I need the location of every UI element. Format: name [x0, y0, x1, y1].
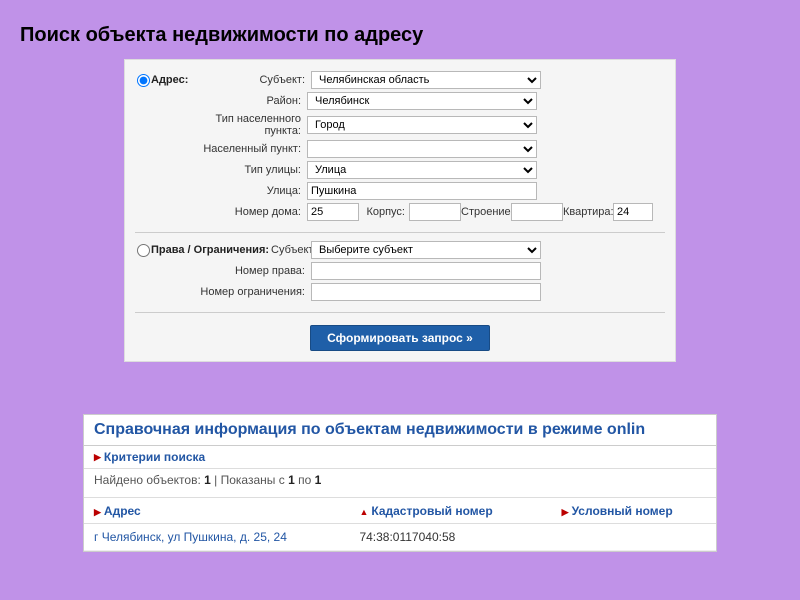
- label-stroenie: Строение:: [461, 206, 511, 218]
- triangle-right-icon: ▶: [94, 507, 101, 517]
- results-panel: Справочная информация по объектам недвиж…: [83, 414, 717, 552]
- triangle-right-icon: ▶: [94, 452, 101, 463]
- korpus-input[interactable]: [409, 203, 461, 221]
- address-section-label: Адрес:: [151, 74, 191, 86]
- found-summary: Найдено объектов: 1 | Показаны с 1 по 1: [84, 469, 716, 498]
- settlement-type-select[interactable]: Город: [307, 116, 537, 134]
- label-korpus: Корпус:: [359, 206, 409, 218]
- street-type-select[interactable]: Улица: [307, 161, 537, 179]
- label-rights-subject: Субъект:: [271, 244, 311, 256]
- mode-rights-radio[interactable]: [137, 244, 150, 257]
- settlement-select[interactable]: [307, 140, 537, 158]
- label-settlement: Населенный пункт:: [191, 143, 307, 155]
- result-conditional: [552, 524, 716, 551]
- mode-address-radio[interactable]: [137, 74, 150, 87]
- result-cadastre: 74:38:0117040:58: [349, 524, 551, 551]
- col-address[interactable]: ▶Адрес: [84, 499, 349, 524]
- table-header-row: ▶Адрес ▲Кадастровый номер ▶Условный номе…: [84, 499, 716, 524]
- label-house-no: Номер дома:: [191, 206, 307, 218]
- col-cadastre[interactable]: ▲Кадастровый номер: [349, 499, 551, 524]
- table-row: г Челябинск, ул Пушкина, д. 25, 24 74:38…: [84, 524, 716, 551]
- col-conditional[interactable]: ▶Условный номер: [552, 499, 716, 524]
- triangle-up-icon: ▲: [359, 507, 368, 517]
- label-street-type: Тип улицы:: [191, 164, 307, 176]
- submit-button[interactable]: Сформировать запрос »: [310, 325, 490, 351]
- street-input[interactable]: [307, 182, 537, 200]
- label-district: Район:: [191, 95, 307, 107]
- result-address-link[interactable]: г Челябинск, ул Пушкина, д. 25, 24: [94, 530, 287, 544]
- criteria-bar[interactable]: ▶ Критерии поиска: [84, 446, 716, 469]
- page-title: Поиск объекта недвижимости по адресу: [0, 0, 800, 59]
- rights-no-input[interactable]: [311, 262, 541, 280]
- triangle-right-icon: ▶: [562, 507, 569, 517]
- label-subject: Субъект:: [195, 74, 311, 86]
- label-apartment: Квартира:: [563, 206, 613, 218]
- subject-select[interactable]: Челябинская область: [311, 71, 541, 89]
- results-table: ▶Адрес ▲Кадастровый номер ▶Условный номе…: [84, 498, 716, 551]
- district-select[interactable]: Челябинск: [307, 92, 537, 110]
- rights-section-label: Права / Ограничения:: [151, 244, 271, 256]
- label-street: Улица:: [191, 185, 307, 197]
- stroenie-input[interactable]: [511, 203, 563, 221]
- label-settlement-type: Тип населенного пункта:: [191, 113, 307, 137]
- label-restriction-no: Номер ограничения:: [151, 286, 311, 298]
- house-no-input[interactable]: [307, 203, 359, 221]
- results-heading: Справочная информация по объектам недвиж…: [84, 415, 716, 446]
- rights-section: Права / Ограничения: Субъект: Выберите с…: [135, 241, 665, 313]
- label-rights-no: Номер права:: [151, 265, 311, 277]
- search-form-panel: Адрес: Субъект: Челябинская область Райо…: [124, 59, 676, 362]
- apartment-input[interactable]: [613, 203, 653, 221]
- criteria-label: Критерии поиска: [104, 450, 205, 464]
- restriction-no-input[interactable]: [311, 283, 541, 301]
- address-section: Адрес: Субъект: Челябинская область Райо…: [135, 71, 665, 233]
- rights-subject-select[interactable]: Выберите субъект: [311, 241, 541, 259]
